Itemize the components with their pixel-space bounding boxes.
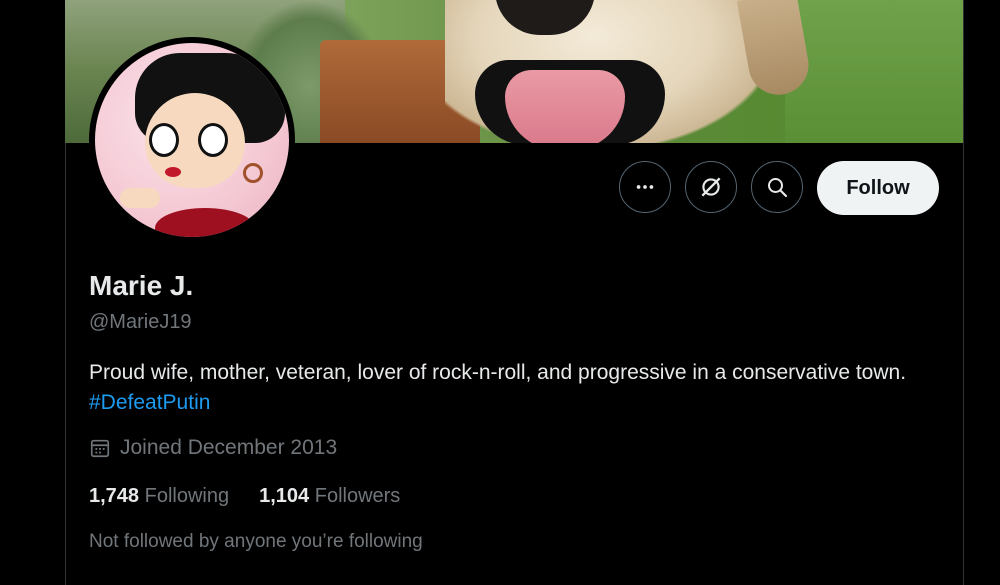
following-count: 1,748 — [89, 485, 140, 507]
more-icon — [636, 185, 654, 189]
bio-hashtag-link[interactable]: #DefeatPutin — [89, 391, 210, 414]
search-icon — [768, 178, 788, 198]
social-context: Not followed by anyone you’re following — [89, 531, 423, 552]
joined-text: Joined December 2013 — [120, 436, 338, 459]
display-name: Marie J. — [89, 270, 194, 301]
following-label: Following — [144, 485, 230, 507]
profile-bio: Proud wife, mother, veteran, lover of ro… — [89, 358, 949, 418]
calendar-icon — [90, 439, 110, 458]
joined-date: Joined December 2013 — [89, 436, 337, 460]
grok-icon — [701, 177, 721, 197]
followers-link[interactable]: 1,104 Followers — [259, 485, 400, 508]
following-link[interactable]: 1,748 Following — [89, 485, 229, 508]
profile-column: Follow Marie J. @MarieJ19 Proud wife, mo… — [65, 0, 963, 585]
more-button[interactable] — [619, 161, 671, 213]
followers-count: 1,104 — [259, 485, 310, 507]
search-button[interactable] — [751, 161, 803, 213]
avatar[interactable] — [89, 37, 295, 243]
grok-button[interactable] — [685, 161, 737, 213]
left-gutter — [0, 0, 66, 585]
follow-button[interactable]: Follow — [817, 161, 939, 215]
right-gutter — [963, 0, 1000, 585]
follow-stats: 1,748 Following 1,104 Followers — [89, 485, 400, 508]
username-handle: @MarieJ19 — [89, 311, 192, 333]
bio-text: Proud wife, mother, veteran, lover of ro… — [89, 361, 907, 384]
followers-label: Followers — [314, 485, 401, 507]
